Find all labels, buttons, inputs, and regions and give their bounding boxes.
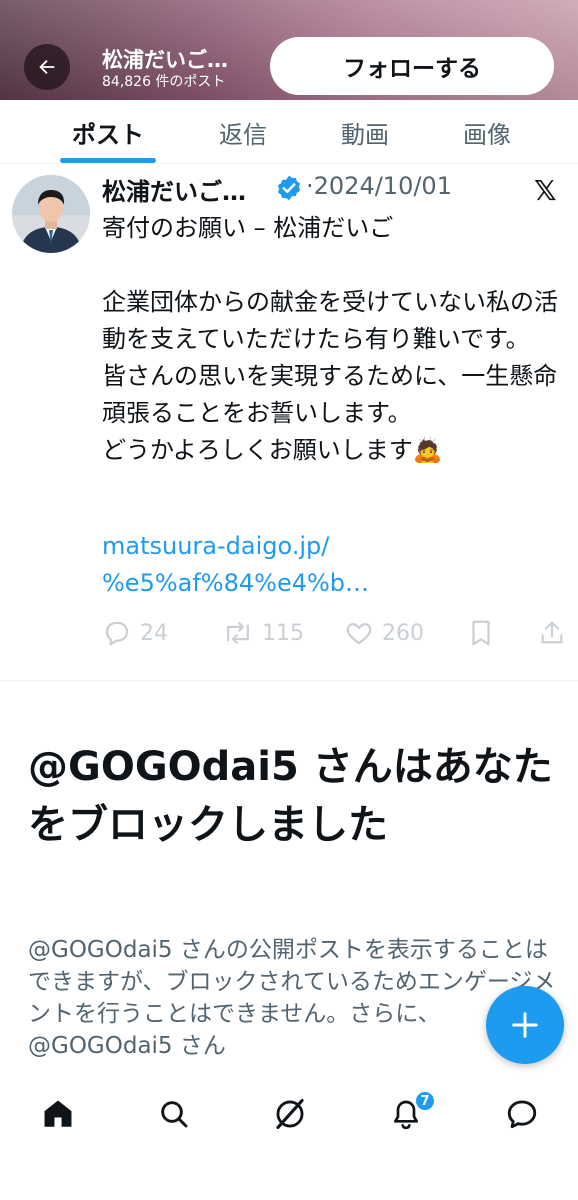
- bookmark-icon: [472, 620, 490, 646]
- x-logo-icon: 𝕏: [534, 174, 557, 207]
- tab-media[interactable]: 画像: [432, 100, 542, 164]
- repost-count: 115: [262, 620, 304, 646]
- nav-home[interactable]: [38, 1094, 78, 1134]
- compose-plus-icon: [512, 1012, 538, 1038]
- repost-button[interactable]: 115: [222, 618, 304, 648]
- bookmark-button[interactable]: [468, 618, 494, 648]
- verified-badge-icon: [277, 175, 301, 201]
- like-button[interactable]: 260: [344, 618, 424, 648]
- reply-count: 24: [140, 620, 168, 646]
- notifications-badge: 7: [414, 1090, 436, 1112]
- header-post-count: 84,826 件のポスト: [102, 74, 226, 90]
- nav-grok[interactable]: [270, 1094, 310, 1134]
- messages-icon: [507, 1100, 537, 1129]
- grok-icon: [276, 1098, 304, 1130]
- post-divider: [0, 680, 578, 681]
- nav-messages[interactable]: [502, 1094, 542, 1134]
- like-icon: [346, 623, 372, 645]
- profile-tabs: ポスト 返信 動画 画像: [0, 100, 578, 164]
- back-button[interactable]: [24, 44, 70, 90]
- bottom-navigation: [0, 1074, 578, 1200]
- tab-replies[interactable]: 返信: [188, 100, 298, 164]
- nav-search[interactable]: [154, 1094, 194, 1134]
- repost-icon: [227, 622, 249, 644]
- header-display-name: 松浦だいご…: [102, 48, 228, 72]
- reply-icon: [105, 621, 129, 646]
- like-count: 260: [382, 620, 424, 646]
- post-author-name[interactable]: 松浦だいご…: [102, 172, 246, 207]
- follow-button[interactable]: フォローする: [270, 37, 554, 95]
- reply-button[interactable]: 24: [102, 618, 168, 648]
- search-icon: [161, 1101, 188, 1128]
- avatar-portrait-icon: [12, 175, 90, 253]
- post-link[interactable]: matsuura-daigo.jp/ %e5%af%84%e4%b…: [102, 528, 562, 602]
- profile-header-banner: 松浦だいご… 84,826 件のポスト フォローする: [0, 0, 578, 100]
- compose-button[interactable]: [486, 986, 564, 1064]
- home-icon: [44, 1100, 72, 1127]
- back-arrow-icon: [39, 59, 55, 75]
- post-actions: 24 115 260: [102, 618, 568, 654]
- blocked-title: @GOGOdai5 さんはあなたをブロックしました: [28, 744, 553, 848]
- share-button[interactable]: [538, 618, 566, 648]
- share-icon: [541, 621, 563, 644]
- post-text: 寄付のお願い – 松浦だいご 企業団体からの献金を受けていない私の活動を支えてい…: [102, 214, 558, 464]
- blocked-description: @GOGOdai5 さんの公開ポストを表示することはできますが、ブロックされてい…: [28, 937, 556, 1059]
- avatar[interactable]: [12, 175, 90, 253]
- tab-videos[interactable]: 動画: [310, 100, 420, 164]
- post-date: ·2024/10/01: [306, 172, 452, 200]
- tab-posts[interactable]: ポスト: [48, 100, 168, 164]
- active-tab-indicator: [60, 158, 156, 163]
